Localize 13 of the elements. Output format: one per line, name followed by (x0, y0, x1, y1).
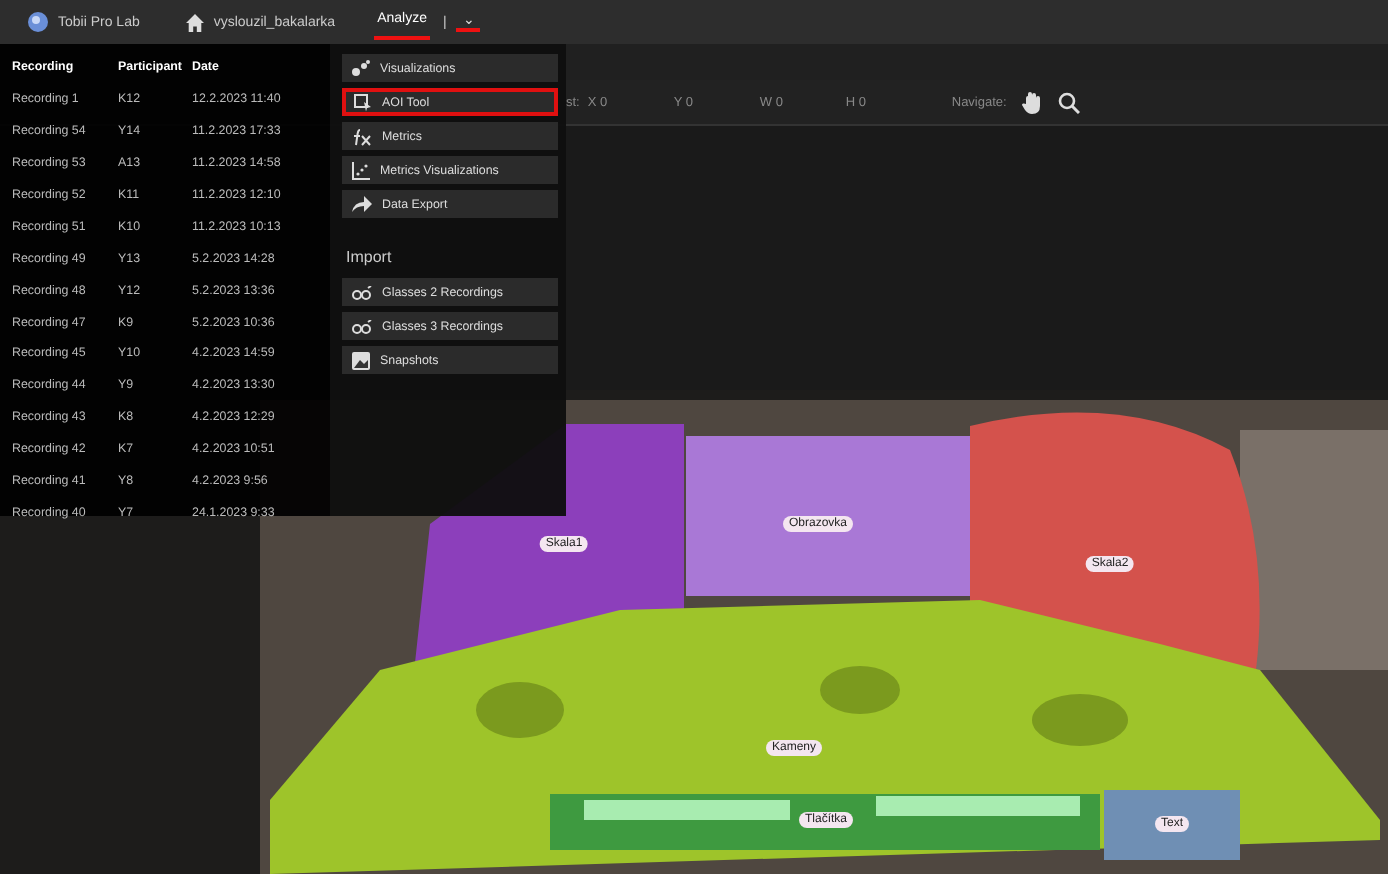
share-arrow-icon (352, 196, 372, 212)
hand-icon[interactable] (1022, 91, 1043, 113)
chart-icon (352, 161, 370, 179)
section-heading: Import (346, 248, 394, 266)
dots-icon (352, 60, 370, 76)
aoi-icon (354, 93, 372, 111)
glasses-icon (352, 319, 372, 333)
glasses-icon (352, 285, 372, 299)
search-icon[interactable] (1058, 91, 1081, 113)
logo-icon (28, 12, 48, 32)
image-icon (352, 351, 370, 369)
home-icon (185, 13, 204, 31)
function-icon (352, 127, 372, 145)
